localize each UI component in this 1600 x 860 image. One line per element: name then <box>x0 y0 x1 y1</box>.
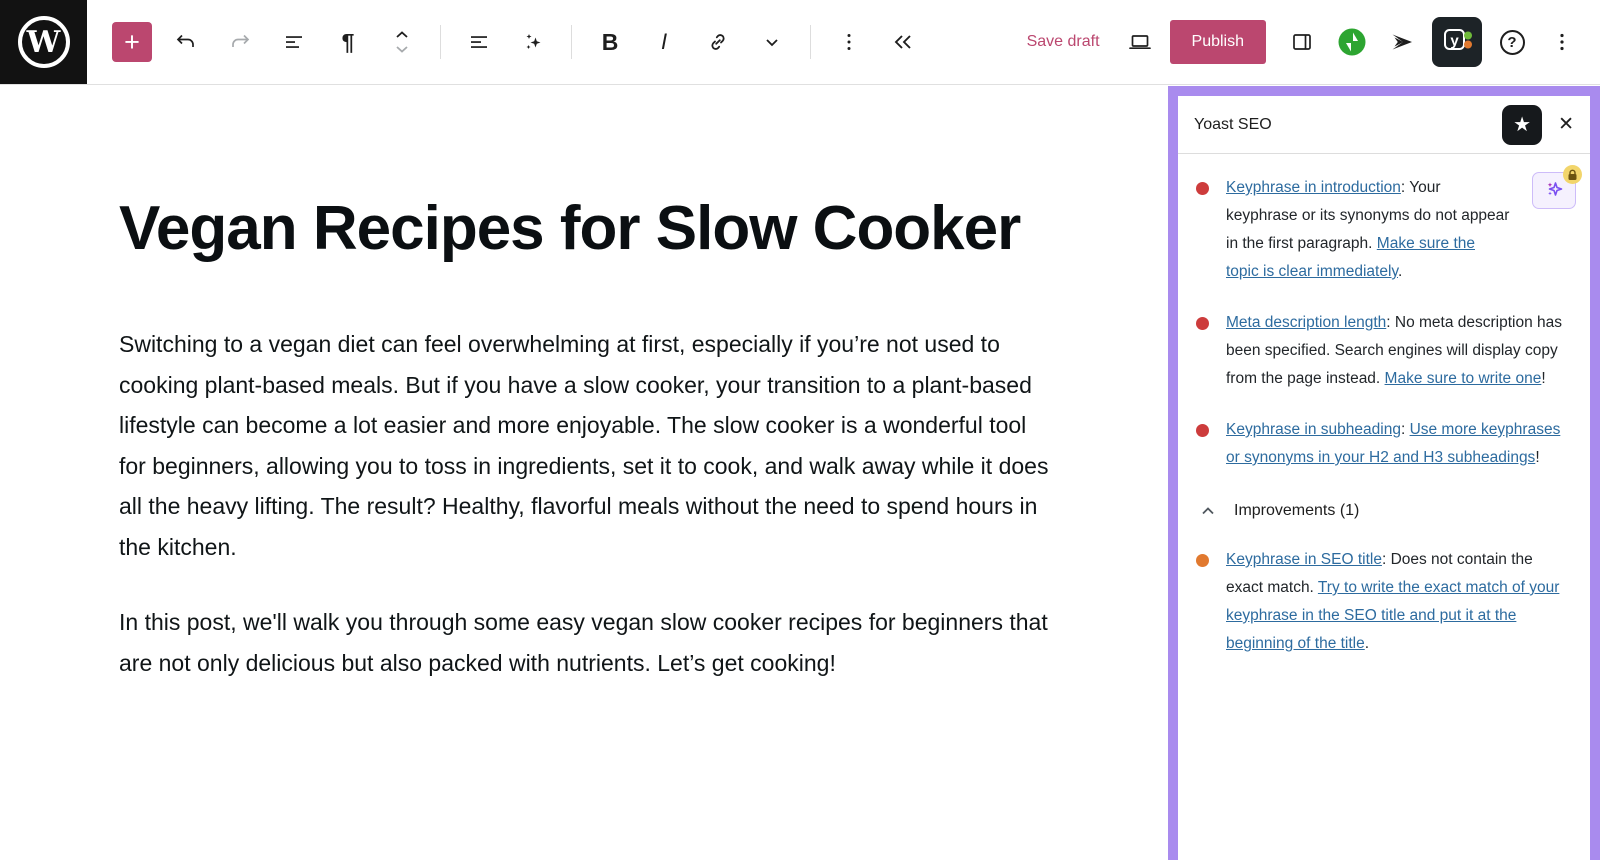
ai-assistant-button[interactable] <box>513 22 553 62</box>
editor-toolbar: W + ¶ B I <box>0 0 1600 85</box>
settings-sidebar-toggle[interactable] <box>1282 22 1322 62</box>
kebab-menu-icon <box>1550 30 1574 54</box>
document-overview-button[interactable] <box>274 22 314 62</box>
post-title[interactable]: Vegan Recipes for Slow Cooker <box>119 181 1057 276</box>
italic-button[interactable]: I <box>644 22 684 62</box>
sidebar-panel-icon <box>1290 30 1314 54</box>
add-block-button[interactable]: + <box>112 22 152 62</box>
pin-panel-button[interactable]: ★ <box>1502 105 1542 145</box>
more-formatting-button[interactable] <box>752 22 792 62</box>
analysis-item: Keyphrase in introduction: Your keyphras… <box>1196 174 1574 286</box>
problem-dot-icon <box>1196 317 1209 330</box>
undo-icon <box>174 30 198 54</box>
help-icon: ? <box>1500 30 1525 55</box>
preview-button[interactable] <box>1120 22 1160 62</box>
analysis-link[interactable]: Keyphrase in SEO title <box>1226 551 1382 568</box>
improvements-section-label: Improvements (1) <box>1234 502 1359 520</box>
jetpack-icon <box>1337 27 1367 57</box>
link-button[interactable] <box>698 22 738 62</box>
analysis-link[interactable]: Meta description length <box>1226 314 1386 331</box>
analysis-link[interactable]: Make sure the topic is clear immediately <box>1226 235 1475 280</box>
chevron-up-icon <box>1198 501 1218 521</box>
ai-sparkles-icon <box>1542 177 1566 204</box>
editor-canvas: Vegan Recipes for Slow Cooker Switching … <box>0 85 1168 850</box>
wordpress-w-icon: W <box>18 16 70 68</box>
analysis-item-text: Keyphrase in introduction: Your keyphras… <box>1226 174 1574 286</box>
improvements-section-toggle[interactable]: Improvements (1) <box>1198 501 1574 521</box>
sparkles-icon <box>521 30 545 54</box>
yoast-panel-title: Yoast SEO <box>1194 116 1272 134</box>
yoast-analysis-list: Keyphrase in introduction: Your keyphras… <box>1178 154 1590 691</box>
problem-dot-icon <box>1196 182 1209 195</box>
laptop-icon <box>1127 30 1153 54</box>
paragraph-block-button[interactable]: ¶ <box>328 22 368 62</box>
block-mover-button[interactable] <box>382 22 422 62</box>
yoast-logo-icon: y <box>1440 24 1474 61</box>
toolbar-left-group: + ¶ B I <box>87 22 923 62</box>
toolbar-divider <box>810 25 811 59</box>
toolbar-right-group: Save draft Publish y ? <box>1017 17 1600 67</box>
wordpress-logo[interactable]: W <box>0 0 87 84</box>
double-chevron-left-icon <box>890 30 916 54</box>
yoast-panel-header: Yoast SEO ★ ✕ <box>1178 96 1590 154</box>
analysis-item: Meta description length: No meta descrip… <box>1196 309 1574 393</box>
paper-plane-icon <box>1389 30 1415 54</box>
yoast-seo-toolbar-button[interactable]: y <box>1432 17 1482 67</box>
move-up-down-icon <box>390 28 414 56</box>
yoast-seo-panel: Yoast SEO ★ ✕ Keyphrase in introduction:… <box>1168 86 1600 860</box>
publish-button[interactable]: Publish <box>1170 20 1266 64</box>
options-menu-button[interactable] <box>1542 22 1582 62</box>
analysis-item: Keyphrase in SEO title: Does not contain… <box>1196 546 1574 658</box>
toolbar-divider <box>440 25 441 59</box>
paragraph-icon: ¶ <box>342 29 355 56</box>
analysis-link[interactable]: Make sure to write one <box>1385 370 1542 387</box>
send-button[interactable] <box>1382 22 1422 62</box>
post-content: Vegan Recipes for Slow Cooker Switching … <box>119 181 1057 683</box>
bold-icon: B <box>602 29 619 56</box>
post-paragraph[interactable]: Switching to a vegan diet can feel overw… <box>119 324 1057 567</box>
problem-dot-icon <box>1196 424 1209 437</box>
align-text-button[interactable] <box>459 22 499 62</box>
lock-badge-icon <box>1563 165 1582 184</box>
yoast-header-actions: ★ ✕ <box>1502 105 1578 145</box>
analysis-link[interactable]: Keyphrase in subheading <box>1226 421 1401 438</box>
italic-icon: I <box>661 29 667 55</box>
svg-text:y: y <box>1450 32 1459 49</box>
analysis-link[interactable]: Try to write the exact match of your key… <box>1226 579 1559 652</box>
save-draft-button[interactable]: Save draft <box>1017 25 1110 59</box>
improvement-dot-icon <box>1196 554 1209 567</box>
analysis-item-text: Meta description length: No meta descrip… <box>1226 309 1574 393</box>
kebab-menu-icon <box>837 30 861 54</box>
list-view-icon <box>282 30 306 54</box>
undo-button[interactable] <box>166 22 206 62</box>
ai-fix-button[interactable] <box>1532 172 1576 209</box>
analysis-item: Keyphrase in subheading: Use more keyphr… <box>1196 416 1574 472</box>
collapse-toolbar-button[interactable] <box>883 22 923 62</box>
align-left-icon <box>467 30 491 54</box>
jetpack-button[interactable] <box>1332 22 1372 62</box>
link-icon <box>706 30 730 54</box>
close-panel-button[interactable]: ✕ <box>1554 111 1578 138</box>
analysis-link[interactable]: Keyphrase in introduction <box>1226 179 1401 196</box>
bold-button[interactable]: B <box>590 22 630 62</box>
analysis-item-text: Keyphrase in subheading: Use more keyphr… <box>1226 416 1574 472</box>
block-options-button[interactable] <box>829 22 869 62</box>
redo-icon <box>228 30 252 54</box>
chevron-down-icon <box>760 30 784 54</box>
redo-button[interactable] <box>220 22 260 62</box>
post-paragraph[interactable]: In this post, we'll walk you through som… <box>119 602 1057 683</box>
toolbar-divider <box>571 25 572 59</box>
help-button[interactable]: ? <box>1492 22 1532 62</box>
analysis-item-text: Keyphrase in SEO title: Does not contain… <box>1226 546 1574 658</box>
